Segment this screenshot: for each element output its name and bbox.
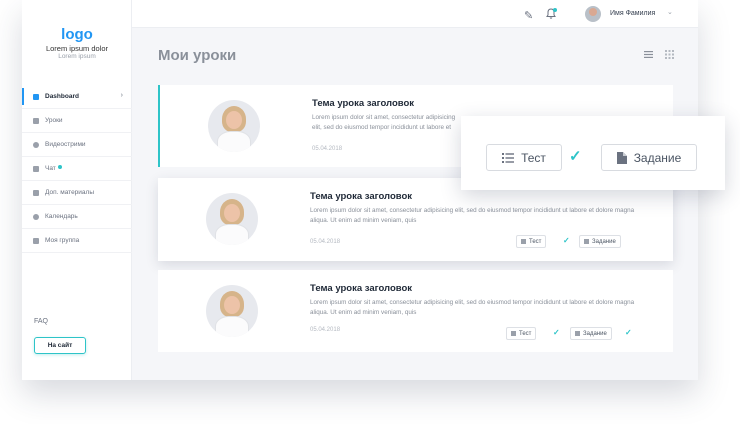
- check-icon: ✓: [625, 328, 632, 337]
- test-button-label: Тест: [519, 330, 532, 337]
- group-icon: [33, 237, 39, 244]
- task-button[interactable]: Задание: [570, 327, 612, 340]
- sidebar-item-label: Чат: [45, 165, 56, 172]
- sidebar: logo Lorem ipsum dolor Lorem ipsum Dashb…: [22, 0, 132, 380]
- zoomed-actions-panel: Тест ✓ Задание: [461, 116, 725, 190]
- folder-icon: [33, 189, 39, 196]
- lesson-date: 05.04.2018: [310, 239, 341, 245]
- sidebar-item-label: Видеострими: [45, 141, 86, 148]
- avatar[interactable]: [585, 6, 601, 22]
- task-button[interactable]: Задание: [601, 144, 697, 171]
- lesson-date: 05.04.2018: [310, 327, 341, 333]
- task-button-label: Задание: [583, 330, 607, 337]
- lesson-card[interactable]: Тема урока заголовок Lorem ipsum dolor s…: [158, 178, 673, 261]
- list-icon: [502, 152, 515, 163]
- lesson-description: Lorem ipsum dolor sit amet, consectetur …: [310, 207, 635, 224]
- sidebar-item-chat[interactable]: Чат: [22, 157, 132, 181]
- lesson-teacher-photo: [208, 100, 260, 152]
- book-icon: [33, 117, 39, 124]
- calendar-icon: [33, 213, 39, 220]
- lesson-title[interactable]: Тема урока заголовок: [312, 98, 414, 109]
- chevron-right-icon: ›: [120, 92, 123, 99]
- video-icon: [33, 141, 39, 148]
- lesson-title[interactable]: Тема урока заголовок: [310, 191, 412, 202]
- to-site-button[interactable]: На сайт: [34, 337, 86, 354]
- sidebar-item-calendar[interactable]: Календарь: [22, 205, 132, 229]
- page-title: Мои уроки: [158, 47, 237, 64]
- sidebar-item-dashboard[interactable]: Dashboard ›: [22, 85, 132, 109]
- lesson-description: Lorem ipsum dolor sit amet, consectetur …: [310, 299, 635, 316]
- top-bar: ✎ Имя Фамилия ⌄: [132, 0, 698, 28]
- notification-dot: [553, 8, 557, 12]
- test-button-label: Тест: [529, 238, 542, 245]
- sidebar-item-materials[interactable]: Доп. материалы: [22, 181, 132, 205]
- sidebar-item-label: Моя группа: [45, 237, 80, 244]
- test-button[interactable]: Тест: [486, 144, 562, 171]
- lesson-teacher-photo: [206, 285, 258, 337]
- brand-subtitle: Lorem ipsum: [58, 53, 96, 60]
- chevron-down-icon[interactable]: ⌄: [667, 8, 673, 16]
- lesson-title[interactable]: Тема урока заголовок: [310, 283, 412, 294]
- check-icon: ✓: [553, 328, 560, 337]
- sidebar-item-label: Уроки: [45, 117, 63, 124]
- sidebar-item-label: Dashboard: [45, 93, 79, 100]
- check-icon: ✓: [569, 148, 582, 165]
- list-view-icon[interactable]: [644, 51, 653, 58]
- app-window: logo Lorem ipsum dolor Lorem ipsum Dashb…: [22, 0, 698, 380]
- document-icon: [575, 331, 580, 336]
- pencil-icon[interactable]: ✎: [524, 9, 533, 22]
- sidebar-item-label: Календарь: [45, 213, 78, 220]
- document-icon: [616, 151, 627, 164]
- lesson-date: 05.04.2018: [312, 146, 343, 152]
- document-icon: [584, 239, 589, 244]
- check-icon: ✓: [563, 236, 570, 245]
- task-button-label: Задание: [633, 150, 682, 165]
- lesson-teacher-photo: [206, 193, 258, 245]
- list-icon: [521, 239, 526, 244]
- task-button[interactable]: Задание: [579, 235, 621, 248]
- test-button[interactable]: Тест: [506, 327, 537, 340]
- task-button-label: Задание: [592, 238, 616, 245]
- notification-dot: [57, 164, 62, 169]
- test-button-label: Тест: [521, 150, 546, 165]
- grid-view-icon[interactable]: [665, 50, 674, 59]
- list-icon: [511, 331, 516, 336]
- lesson-description: Lorem ipsum dolor sit amet, consectetur …: [312, 114, 456, 131]
- sidebar-item-label: Доп. материалы: [45, 189, 95, 196]
- sidebar-item-lessons[interactable]: Уроки: [22, 109, 132, 133]
- brand-title: Lorem ipsum dolor: [45, 44, 109, 53]
- lesson-card[interactable]: Тема урока заголовок Lorem ipsum dolor s…: [158, 270, 673, 352]
- logo[interactable]: logo: [22, 26, 132, 43]
- sidebar-nav: Dashboard › Уроки Видеострими Чат Доп. м…: [22, 85, 132, 253]
- user-name[interactable]: Имя Фамилия: [610, 10, 655, 17]
- chat-icon: [33, 165, 39, 172]
- sidebar-item-videostreams[interactable]: Видеострими: [22, 133, 132, 157]
- sidebar-item-my-group[interactable]: Моя группа: [22, 229, 132, 253]
- faq-link[interactable]: FAQ: [34, 318, 48, 325]
- grid-icon: [33, 93, 39, 100]
- test-button[interactable]: Тест: [516, 235, 547, 248]
